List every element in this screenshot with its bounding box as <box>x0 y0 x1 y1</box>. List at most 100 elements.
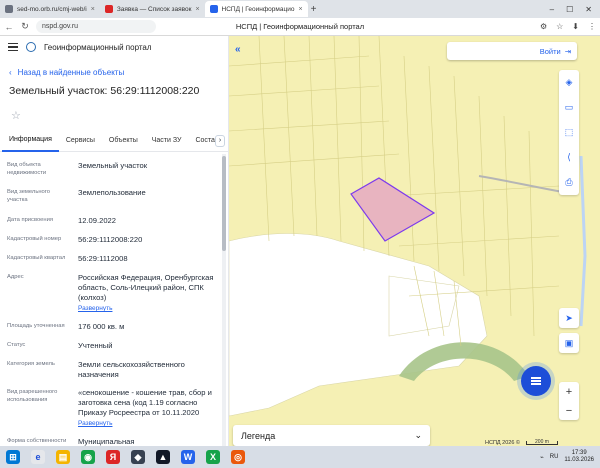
extensions-icon[interactable]: ⚙ <box>540 22 547 31</box>
hamburger-menu-icon[interactable] <box>8 41 18 53</box>
menu-fab-button[interactable] <box>521 366 551 396</box>
attribute-row: Статус Учтенный <box>0 341 221 351</box>
object-title: Земельный участок: 56:29:1112008:220 <box>9 85 200 97</box>
zoom-out-button[interactable]: − <box>559 401 579 420</box>
zoom-controls: + − <box>559 382 579 420</box>
favorite-star-icon[interactable]: ☆ <box>0 97 228 122</box>
locate-icon[interactable]: ➤ <box>559 308 579 328</box>
back-arrow-icon[interactable]: ← <box>4 22 14 32</box>
map-tools: ◈ ▭ ⬚ ⟨ ⎙ <box>559 70 579 195</box>
app-icon[interactable]: ◆ <box>131 450 145 464</box>
attribute-value: Муниципальная <box>78 437 135 446</box>
attribute-row: Вид земельного участка Землепользование <box>0 188 221 204</box>
scale-bar: 200 m <box>525 440 558 445</box>
tab-information[interactable]: Информация <box>2 130 59 152</box>
attribute-label: Статус <box>7 342 26 348</box>
clock-time: 17:39 <box>571 450 587 456</box>
attribute-row: Кадастровый квартал 56:29:1112008 <box>0 254 221 264</box>
tab-objects[interactable]: Объекты <box>102 130 145 152</box>
minimap-icon[interactable]: ▣ <box>559 333 579 353</box>
browser-tab-2[interactable]: Заявка — Список заявок × <box>100 1 205 17</box>
browser-tab-1[interactable]: sed-mo.orb.ru/cmj-web/i × <box>0 1 100 17</box>
chevron-down-icon: ⌄ <box>414 430 422 440</box>
app-icon[interactable]: ▲ <box>156 450 170 464</box>
select-area-icon[interactable]: ⬚ <box>559 120 579 145</box>
browser-tab-label: Заявка — Список заявок <box>116 5 192 13</box>
browser-tab-label: sed-mo.orb.ru/cmj-web/i <box>17 5 87 13</box>
tabs-scroll-right-button[interactable]: › <box>215 135 225 147</box>
edge-browser-icon[interactable]: e <box>31 450 45 464</box>
print-icon[interactable]: ⎙ <box>559 170 579 195</box>
browser-tab-3[interactable]: НСПД | Геоинформацио × <box>204 1 308 17</box>
river <box>579 155 587 327</box>
browser-right-tools: ⚙ ☆ ⬇ ⋮ <box>540 22 596 31</box>
window-close-button[interactable]: ✕ <box>585 5 592 14</box>
language-indicator[interactable]: RU <box>550 454 559 460</box>
file-explorer-icon[interactable]: ▤ <box>56 450 70 464</box>
back-label: Назад в найденные объекты <box>17 68 125 77</box>
attribute-row: Адрес Российская Федерация, Оренбургская… <box>0 273 221 314</box>
excel-icon[interactable]: X <box>206 450 220 464</box>
minimize-button[interactable]: – <box>550 5 554 14</box>
attribute-label: Вид объекта недвижимости <box>7 162 47 176</box>
site-favicon-icon <box>104 5 113 13</box>
scrollbar-thumb[interactable] <box>222 156 226 251</box>
clock[interactable]: 17:39 11.03.2026 <box>564 450 594 464</box>
login-label: Войти <box>539 46 561 56</box>
layers-icon[interactable]: ◈ <box>559 70 579 95</box>
collapse-panel-button[interactable]: « <box>235 44 241 55</box>
attribute-value: 176 000 кв. м <box>78 322 125 331</box>
chrome-browser-icon[interactable]: ◉ <box>81 450 95 464</box>
ruler-icon[interactable]: ▭ <box>559 95 579 120</box>
attribute-label: Площадь уточненная <box>7 323 65 329</box>
attribute-label: Дата присвоения <box>7 217 53 223</box>
menu-icon[interactable]: ⋮ <box>588 22 596 31</box>
address-bar[interactable]: nspd.gov.ru <box>36 20 156 33</box>
attribute-value: Учтенный <box>78 341 113 350</box>
app-icon[interactable]: ◎ <box>231 450 245 464</box>
attribute-value: «сенокошение - кошение трав, сбор и заго… <box>72 388 217 429</box>
close-icon[interactable]: × <box>298 6 302 13</box>
browser-tab-label: НСПД | Геоинформацио <box>221 5 295 13</box>
os-taskbar: ⊞ e ▤ ◉ Я ◆ ▲ W X ◎ ⌁ RU 17:39 11.03.202… <box>0 446 600 468</box>
tab-services[interactable]: Сервисы <box>59 130 102 152</box>
window-controls: – ☐ ✕ <box>550 5 600 14</box>
maximize-button[interactable]: ☐ <box>566 5 573 14</box>
app-name: Геоинформационный портал <box>44 42 152 52</box>
network-icon[interactable]: ⌁ <box>540 454 544 461</box>
share-icon[interactable]: ⟨ <box>559 145 579 170</box>
expand-link[interactable]: Развернуть <box>78 419 217 429</box>
tab-parts[interactable]: Части ЗУ <box>145 130 189 152</box>
map-view[interactable]: « Войти ⇥ ◈ ▭ ⬚ ⟨ ⎙ ➤ ▣ + − Легенда ⌄ НС… <box>229 36 600 446</box>
attribute-value: Землепользование <box>78 188 146 197</box>
back-to-results-link[interactable]: ‹ Назад в найденные объекты <box>0 58 228 77</box>
close-icon[interactable]: × <box>91 6 95 13</box>
attribute-label: Вид земельного участка <box>7 189 50 203</box>
attribute-value: Земельный участок <box>78 161 148 170</box>
system-tray: ⌁ RU 17:39 11.03.2026 <box>540 450 594 464</box>
word-icon[interactable]: W <box>181 450 195 464</box>
close-icon[interactable]: × <box>195 6 199 13</box>
new-tab-button[interactable]: + <box>308 4 320 15</box>
zoom-in-button[interactable]: + <box>559 382 579 401</box>
expand-link[interactable]: Развернуть <box>78 304 217 314</box>
attribute-row: Вид объекта недвижимости Земельный участ… <box>0 161 221 177</box>
login-button[interactable]: Войти ⇥ <box>447 42 577 60</box>
attribute-row: Площадь уточненная 176 000 кв. м <box>0 322 221 332</box>
attribute-value: 12.09.2022 <box>78 216 117 225</box>
legend-label: Легенда <box>241 430 276 441</box>
attribute-label: Кадастровый номер <box>7 236 62 242</box>
attribute-value: 56:29:1112008 <box>78 254 128 263</box>
yandex-browser-icon[interactable]: Я <box>106 450 120 464</box>
attribute-value: Российская Федерация, Оренбургская облас… <box>72 273 217 314</box>
info-tabs: Информация Сервисы Объекты Части ЗУ Сост… <box>0 130 228 152</box>
app-header: Геоинформационный портал <box>0 36 228 58</box>
start-icon[interactable]: ⊞ <box>6 450 20 464</box>
legend-dropdown[interactable]: Легенда ⌄ <box>233 425 430 446</box>
refresh-icon[interactable]: ↻ <box>20 21 30 32</box>
clock-date: 11.03.2026 <box>564 457 594 463</box>
attribute-value: 56:29:1112008:220 <box>78 235 143 244</box>
bookmark-icon[interactable]: ☆ <box>556 22 563 31</box>
download-icon[interactable]: ⬇ <box>572 22 579 31</box>
attribute-row: Категория земель Земли сельскохозяйствен… <box>0 360 221 380</box>
